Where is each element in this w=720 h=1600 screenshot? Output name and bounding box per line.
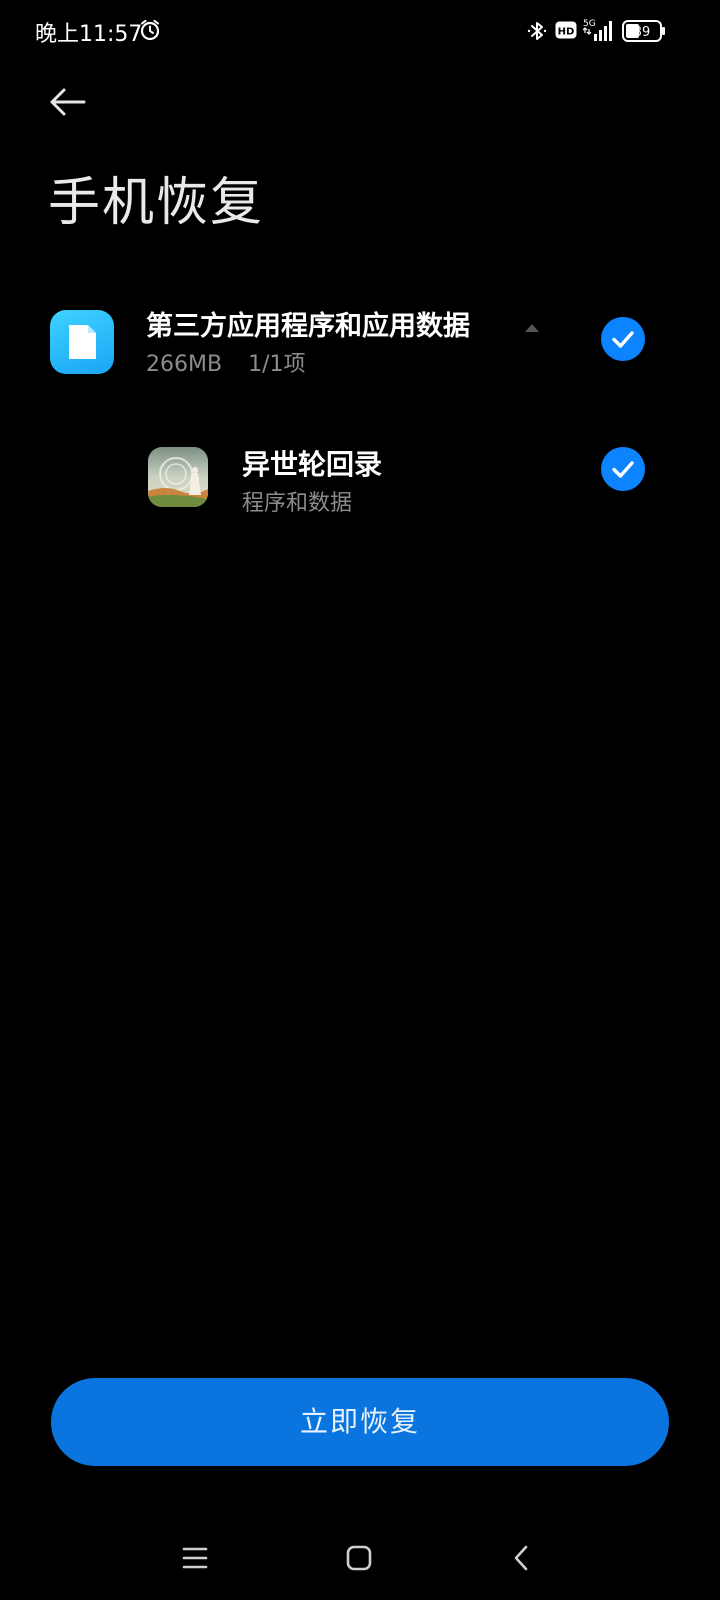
recents-menu-icon[interactable]	[181, 1544, 209, 1572]
group-size: 266MB	[146, 352, 223, 377]
battery-icon: 39	[622, 20, 666, 42]
group-count: 1/1项	[248, 352, 306, 377]
bluetooth-icon	[525, 19, 549, 43]
battery-level: 39	[634, 25, 651, 40]
home-icon[interactable]	[345, 1544, 373, 1572]
group-summary: 266MB 1/1项	[146, 346, 306, 378]
svg-text:HD: HD	[558, 27, 575, 38]
status-bar: 晚上11:57 HD 5G 39	[0, 0, 720, 62]
alarm-icon	[139, 19, 161, 41]
page-title: 手机恢复	[48, 173, 265, 233]
app-title: 异世轮回录	[242, 448, 383, 481]
app-icon	[148, 447, 208, 507]
group-title: 第三方应用程序和应用数据	[146, 311, 470, 342]
status-time: 晚上11:57	[35, 22, 143, 47]
document-icon	[50, 310, 114, 374]
hd-icon: HD	[555, 21, 577, 39]
signal-icon: 5G	[582, 17, 615, 43]
app-subtitle: 程序和数据	[242, 491, 353, 516]
app-row[interactable]: 异世轮回录 程序和数据	[0, 425, 720, 535]
group-checkbox[interactable]	[601, 317, 645, 361]
collapse-arrow-icon[interactable]	[523, 318, 541, 332]
app-checkbox[interactable]	[601, 447, 645, 491]
nav-back-icon[interactable]	[508, 1543, 536, 1573]
restore-now-button[interactable]: 立即恢复	[51, 1378, 669, 1466]
app-group-row[interactable]: 第三方应用程序和应用数据 266MB 1/1项	[0, 290, 720, 400]
back-button[interactable]	[44, 82, 92, 122]
